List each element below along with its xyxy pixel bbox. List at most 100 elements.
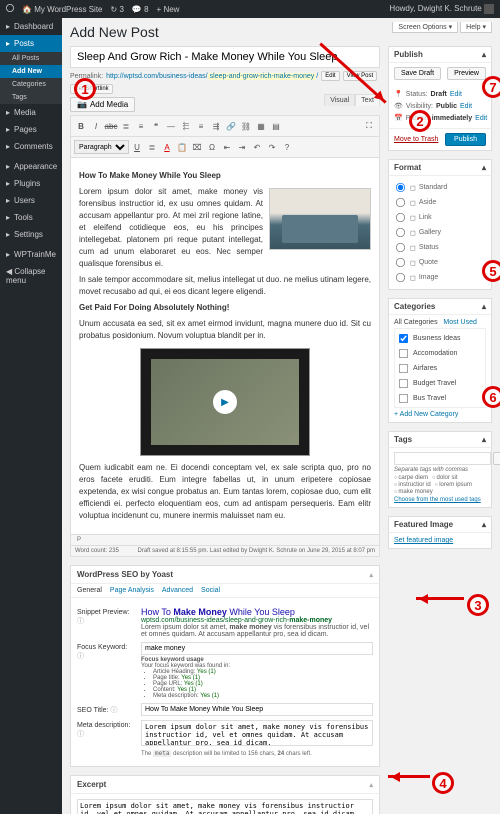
format-standard[interactable]: ◻ Standard	[394, 180, 486, 195]
sidebar-item-pages[interactable]: ▸ Pages	[0, 121, 62, 138]
underline-button[interactable]: U	[130, 140, 144, 154]
sidebar-item-plugins[interactable]: ▸ Plugins	[0, 175, 62, 192]
set-featured-image-link[interactable]: Set featured image	[394, 537, 453, 544]
screen-options-tab[interactable]: Screen Options ▾	[392, 22, 458, 33]
tag-suggestion[interactable]: instructior id	[394, 482, 431, 488]
post-title-input[interactable]	[70, 46, 380, 68]
paragraph-select[interactable]: Paragraph	[74, 140, 129, 154]
add-category-link[interactable]: + Add New Category	[394, 411, 486, 418]
tag-suggestion[interactable]: lorem ipsum	[435, 482, 472, 488]
unlink-button[interactable]: ⛓	[239, 119, 253, 133]
more-button[interactable]: ▦	[254, 119, 268, 133]
align-right-button[interactable]: ⇶	[209, 119, 223, 133]
format-gallery[interactable]: ◻ Gallery	[394, 225, 486, 240]
category-business-travel[interactable]: Business Travel	[397, 406, 483, 408]
format-image[interactable]: ◻ Image	[394, 270, 486, 285]
edit-visibility-link[interactable]: Edit	[460, 103, 472, 110]
focus-keyword-input[interactable]	[141, 642, 373, 655]
textcolor-button[interactable]: A	[160, 140, 174, 154]
sidebar-item-dashboard[interactable]: ▸ Dashboard	[0, 18, 62, 35]
collapse-menu[interactable]: ◀ Collapse menu	[0, 263, 62, 289]
align-center-button[interactable]: ≡	[194, 119, 208, 133]
hr-button[interactable]: —	[164, 119, 178, 133]
italic-button[interactable]: I	[89, 119, 103, 133]
paste-text-button[interactable]: 📋	[175, 140, 189, 154]
publish-button[interactable]: Publish	[445, 133, 486, 146]
site-name-link[interactable]: 🏠 My WordPress Site	[22, 5, 103, 14]
metabox-toggle[interactable]: Format▴	[389, 160, 491, 176]
seo-tab-social[interactable]: Social	[201, 587, 220, 594]
metabox-toggle[interactable]: Featured Image▴	[389, 517, 491, 533]
edit-status-link[interactable]: Edit	[450, 91, 462, 98]
indent-button[interactable]: ⇥	[235, 140, 249, 154]
permalink-link[interactable]: http://wptsd.com/business-ideas/sleep-an…	[106, 73, 318, 80]
sidebar-item-appearance[interactable]: ▸ Appearance	[0, 158, 62, 175]
format-status[interactable]: ◻ Status	[394, 240, 486, 255]
add-media-button[interactable]: 📷 Add Media	[70, 97, 135, 112]
seo-title-input[interactable]	[141, 703, 373, 716]
text-tab[interactable]: Text	[355, 94, 380, 106]
add-tag-button[interactable]: Add	[493, 452, 500, 465]
metabox-toggle[interactable]: Categories▴	[389, 299, 491, 315]
permalink-edit-button[interactable]: Edit	[321, 71, 339, 81]
category-accomodation[interactable]: Accomodation	[397, 346, 483, 361]
bold-button[interactable]: B	[74, 119, 88, 133]
sidebar-item-users[interactable]: ▸ Users	[0, 192, 62, 209]
sidebar-item-settings[interactable]: ▸ Settings	[0, 226, 62, 243]
tag-suggestion[interactable]: carpe diem	[394, 475, 428, 481]
edit-schedule-link[interactable]: Edit	[475, 115, 487, 122]
sidebar-sub-categories[interactable]: Categories	[0, 78, 62, 91]
sidebar-item-tools[interactable]: ▸ Tools	[0, 209, 62, 226]
visual-tab[interactable]: Visual	[324, 94, 355, 106]
sidebar-item-wptrainme[interactable]: ▸ WPTrainMe	[0, 246, 62, 263]
excerpt-textarea[interactable]: Lorem ipsum dolor sit amet, make money v…	[77, 799, 373, 814]
howdy-user[interactable]: Howdy, Dwight K. Schrute	[389, 4, 494, 14]
preview-button[interactable]: Preview	[447, 67, 486, 80]
editor-content[interactable]: How To Make Money While You Sleep Lorem …	[70, 158, 380, 535]
sidebar-sub-add-new[interactable]: Add New	[0, 65, 62, 78]
seo-tab-page-analysis[interactable]: Page Analysis	[110, 587, 154, 594]
outdent-button[interactable]: ⇤	[220, 140, 234, 154]
category-budget-travel[interactable]: Budget Travel	[397, 376, 483, 391]
embedded-video[interactable]: ▶	[140, 348, 310, 456]
strike-button[interactable]: abc	[104, 119, 118, 133]
redo-button[interactable]: ↷	[265, 140, 279, 154]
undo-button[interactable]: ↶	[250, 140, 264, 154]
cat-tab-all[interactable]: All Categories	[394, 319, 438, 326]
view-post-button[interactable]: View Post	[343, 71, 378, 81]
toolbar-toggle-button[interactable]: ▤	[269, 119, 283, 133]
metabox-toggle[interactable]: Tags▴	[389, 432, 491, 448]
justify-button[interactable]: ≣	[145, 140, 159, 154]
format-quote[interactable]: ◻ Quote	[394, 255, 486, 270]
link-button[interactable]: 🔗	[224, 119, 238, 133]
choose-tags-link[interactable]: Choose from the most used tags	[394, 497, 486, 503]
seo-tab-general[interactable]: General	[77, 587, 102, 594]
tag-suggestion[interactable]: dolor sit	[432, 475, 457, 481]
tag-suggestion[interactable]: make money	[394, 489, 433, 495]
ul-button[interactable]: ≣	[119, 119, 133, 133]
category-list[interactable]: Business Ideas Accomodation Airfares Bud…	[394, 328, 486, 408]
fullscreen-icon[interactable]: ⛶	[362, 119, 376, 133]
sidebar-sub-all-posts[interactable]: All Posts	[0, 52, 62, 65]
wp-logo-icon[interactable]	[6, 4, 14, 14]
new-link[interactable]: + New	[157, 5, 180, 14]
ol-button[interactable]: ≡	[134, 119, 148, 133]
aligned-image[interactable]	[269, 188, 371, 250]
sidebar-item-media[interactable]: ▸ Media	[0, 104, 62, 121]
sidebar-item-comments[interactable]: ▸ Comments	[0, 138, 62, 155]
sidebar-sub-tags[interactable]: Tags	[0, 91, 62, 104]
category-business-ideas[interactable]: Business Ideas	[397, 331, 483, 346]
sidebar-item-posts[interactable]: ▸ Posts	[0, 35, 62, 52]
metabox-toggle[interactable]: Publish▴	[389, 47, 491, 63]
special-char-button[interactable]: Ω	[205, 140, 219, 154]
format-aside[interactable]: ◻ Aside	[394, 195, 486, 210]
help-button[interactable]: ?	[280, 140, 294, 154]
category-bus-travel[interactable]: Bus Travel	[397, 391, 483, 406]
metabox-toggle[interactable]: Excerpt▴	[71, 776, 379, 794]
get-shortlink-button[interactable]: Get Shortlink	[70, 84, 113, 94]
cat-tab-most[interactable]: Most Used	[443, 319, 476, 326]
meta-desc-input[interactable]: Lorem ipsum dolor sit amet, make money v…	[141, 720, 373, 746]
format-link[interactable]: ◻ Link	[394, 210, 486, 225]
help-tab[interactable]: Help ▾	[460, 22, 492, 33]
quote-button[interactable]: ❝	[149, 119, 163, 133]
